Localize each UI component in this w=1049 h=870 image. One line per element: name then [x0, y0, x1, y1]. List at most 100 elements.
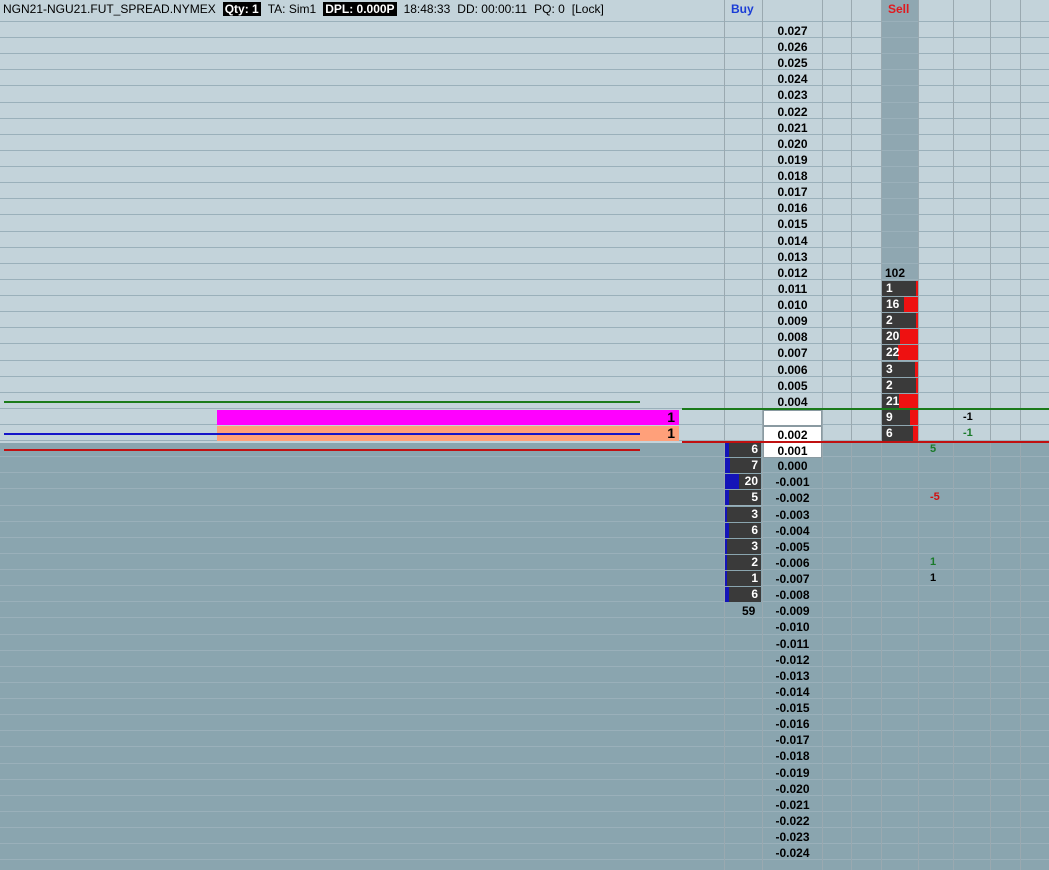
row-divider — [0, 859, 1049, 860]
row-divider — [0, 634, 1049, 635]
bid-size-cell[interactable]: 6 — [725, 587, 761, 602]
price-cell[interactable]: 0.000 — [763, 458, 822, 474]
price-cell[interactable]: -0.003 — [763, 507, 822, 523]
bid-size-cell[interactable]: 2 — [725, 555, 761, 570]
ask-size-cell[interactable]: 20 — [882, 329, 918, 344]
price-cell[interactable]: 0.005 — [763, 378, 822, 394]
qty-label[interactable]: Qty: 1 — [222, 2, 261, 16]
ask-size-cell[interactable]: 3 — [882, 362, 918, 377]
price-cell[interactable]: -0.005 — [763, 539, 822, 555]
ask-size-value: 16 — [886, 297, 900, 311]
bid-size-cell[interactable]: 3 — [725, 507, 761, 522]
price-cell[interactable]: -0.010 — [763, 619, 822, 635]
ask-size-cell[interactable]: 9 — [882, 410, 918, 425]
price-cell[interactable]: 0.026 — [763, 39, 822, 55]
row-divider — [0, 263, 1049, 264]
price-cell[interactable]: 0.024 — [763, 71, 822, 87]
price-cell[interactable]: -0.009 — [763, 603, 822, 619]
bid-size-cell[interactable]: 6 — [725, 442, 761, 457]
price-cell[interactable]: 0.022 — [763, 104, 822, 120]
price-cell[interactable]: 0.019 — [763, 152, 822, 168]
row-divider — [0, 763, 1049, 764]
price-cell[interactable]: -0.001 — [763, 474, 822, 490]
price-cell[interactable]: -0.012 — [763, 652, 822, 668]
dom-ladder: NGN21-NGU21.FUT_SPREAD.NYMEX Qty: 1 TA: … — [0, 0, 1049, 870]
buy-column-header[interactable]: Buy — [731, 2, 754, 16]
price-cell[interactable]: -0.015 — [763, 700, 822, 716]
account-label[interactable]: TA: Sim1 — [268, 2, 316, 16]
bid-total: 59 — [742, 604, 756, 618]
bid-size-cell[interactable]: 3 — [725, 539, 761, 554]
ask-size-cell[interactable]: 6 — [882, 426, 918, 441]
ask-size-cell[interactable]: 2 — [882, 378, 918, 393]
price-cell[interactable]: 0.012 — [763, 265, 822, 281]
price-cell[interactable]: -0.008 — [763, 587, 822, 603]
working-order-qty: 1 — [667, 425, 675, 441]
price-cell[interactable]: -0.019 — [763, 765, 822, 781]
bid-size-bar — [725, 587, 729, 602]
ask-total: 102 — [885, 266, 906, 280]
working-order-bar[interactable]: 1 — [217, 410, 679, 425]
price-cell[interactable]: 0.021 — [763, 120, 822, 136]
row-divider — [0, 698, 1049, 699]
ask-size-cell[interactable]: 16 — [882, 297, 918, 312]
price-cell[interactable]: 0.013 — [763, 249, 822, 265]
ask-size-cell[interactable]: 2 — [882, 313, 918, 328]
price-cell[interactable]: 0.010 — [763, 297, 822, 313]
price-cell[interactable]: 0.001 — [763, 442, 822, 458]
price-cell[interactable]: -0.017 — [763, 732, 822, 748]
price-cell[interactable]: 0.006 — [763, 362, 822, 378]
row-divider — [0, 134, 1049, 135]
price-cell[interactable]: -0.013 — [763, 668, 822, 684]
bid-size-bar — [725, 474, 739, 489]
price-cell[interactable]: -0.006 — [763, 555, 822, 571]
bid-size-cell[interactable]: 1 — [725, 571, 761, 586]
price-cell[interactable] — [763, 410, 822, 426]
price-cell[interactable]: -0.023 — [763, 829, 822, 845]
price-cell[interactable]: -0.020 — [763, 781, 822, 797]
bid-size-value: 3 — [751, 507, 758, 521]
bid-size-cell[interactable]: 20 — [725, 474, 761, 489]
ask-size-cell[interactable]: 22 — [882, 345, 918, 360]
bid-size-cell[interactable]: 5 — [725, 490, 761, 505]
row-divider — [0, 537, 1049, 538]
price-cell[interactable]: 0.002 — [763, 426, 822, 442]
price-cell[interactable]: 0.007 — [763, 345, 822, 361]
price-cell[interactable]: 0.008 — [763, 329, 822, 345]
price-cell[interactable]: -0.004 — [763, 523, 822, 539]
ask-size-bar — [915, 362, 918, 377]
price-cell[interactable]: 0.025 — [763, 55, 822, 71]
ask-size-cell[interactable]: 21 — [882, 394, 918, 409]
row-divider — [0, 521, 1049, 522]
price-cell[interactable]: 0.014 — [763, 233, 822, 249]
price-cell[interactable]: 0.027 — [763, 23, 822, 39]
bid-size-value: 7 — [751, 458, 758, 472]
lock-toggle[interactable]: [Lock] — [572, 2, 604, 16]
price-cell[interactable]: -0.007 — [763, 571, 822, 587]
price-cell[interactable]: -0.014 — [763, 684, 822, 700]
price-cell[interactable]: 0.015 — [763, 216, 822, 232]
price-cell[interactable]: 0.017 — [763, 184, 822, 200]
bid-size-bar — [725, 555, 727, 570]
price-cell[interactable]: 0.018 — [763, 168, 822, 184]
price-cell[interactable]: 0.020 — [763, 136, 822, 152]
price-cell[interactable]: -0.002 — [763, 490, 822, 506]
row-divider — [0, 617, 1049, 618]
price-cell[interactable]: 0.009 — [763, 313, 822, 329]
price-cell[interactable]: -0.022 — [763, 813, 822, 829]
row-divider — [0, 231, 1049, 232]
price-cell[interactable]: -0.021 — [763, 797, 822, 813]
below-market-background — [0, 443, 1049, 870]
ask-size-cell[interactable]: 1 — [882, 281, 918, 296]
price-cell[interactable]: 0.011 — [763, 281, 822, 297]
price-cell[interactable]: -0.018 — [763, 748, 822, 764]
sell-column-header[interactable]: Sell — [888, 2, 909, 16]
price-cell[interactable]: -0.024 — [763, 845, 822, 861]
bid-size-cell[interactable]: 6 — [725, 523, 761, 538]
price-cell[interactable]: 0.023 — [763, 87, 822, 103]
price-cell[interactable]: -0.016 — [763, 716, 822, 732]
ask-size-value: 2 — [886, 313, 893, 327]
bid-size-cell[interactable]: 7 — [725, 458, 761, 473]
price-cell[interactable]: 0.016 — [763, 200, 822, 216]
price-cell[interactable]: -0.011 — [763, 636, 822, 652]
